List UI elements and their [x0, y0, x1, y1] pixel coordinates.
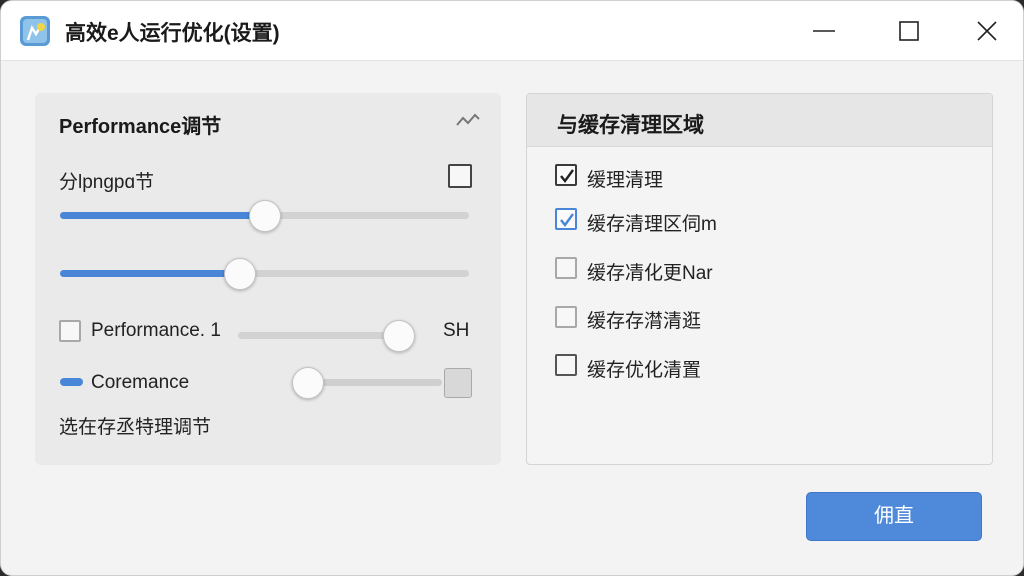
toggle-row-checkbox[interactable] [448, 164, 472, 188]
core-slider[interactable] [292, 367, 442, 399]
performance-footer-text: 选在存丞特理调节 [59, 417, 212, 438]
cache-option-label: 缓存存潸清逛 [587, 311, 702, 332]
performance-panel-title: Performance调节 [59, 116, 222, 138]
core-slider-end-knob[interactable] [444, 368, 472, 398]
performance-slider-thumb[interactable] [383, 320, 415, 352]
toggle-row-label: 分lpngpɑ节 [59, 172, 155, 193]
cache-option-checkbox[interactable] [555, 208, 577, 230]
slider-1[interactable] [60, 200, 469, 232]
maximize-icon [899, 21, 919, 41]
cache-option-checkbox[interactable] [555, 354, 577, 376]
slider-1-thumb[interactable] [249, 200, 281, 232]
checkmark-icon [560, 213, 574, 227]
performance-row-suffix: SH [443, 320, 470, 341]
app-icon [19, 15, 51, 47]
apply-button[interactable]: 佣直 [806, 492, 982, 541]
cache-option-label: 缓理清理 [587, 170, 664, 191]
slider-2-thumb[interactable] [224, 258, 256, 290]
performance-checkbox[interactable] [59, 320, 81, 342]
minimize-button[interactable] [807, 15, 841, 47]
minimize-icon [813, 30, 835, 32]
cache-panel-header: 与缓存清理区域 [527, 94, 992, 147]
performance-row-label: Performance. 1 [91, 320, 221, 341]
cache-option-label: 缓存凊化更Nar [587, 263, 713, 284]
performance-panel: Performance调节 分lpngpɑ节 Performance. 1 SH… [35, 93, 501, 465]
maximize-button[interactable] [891, 15, 925, 47]
cache-option-checkbox[interactable] [555, 257, 577, 279]
app-window: 高效e人运行优化(设置) Performance调节 分lpngpɑ节 Perf… [0, 0, 1024, 576]
cache-cleanup-panel: 与缓存清理区域 缓理清理 缓存清理区伺m 缓存凊化更Nar 缓存存潸清逛 缓存优… [526, 93, 993, 465]
title-bar[interactable]: 高效e人运行优化(设置) [1, 1, 1023, 61]
slider-2[interactable] [60, 258, 469, 290]
cache-option-checkbox[interactable] [555, 306, 577, 328]
cache-option-checkbox[interactable] [555, 164, 577, 186]
close-button[interactable] [969, 15, 1003, 47]
chevron-up-icon[interactable] [455, 111, 481, 129]
core-indicator [60, 378, 83, 386]
performance-slider[interactable] [238, 320, 415, 352]
checkmark-icon [560, 169, 574, 183]
cache-option-label: 缓存优化清置 [587, 360, 702, 381]
core-slider-thumb[interactable] [292, 367, 324, 399]
window-title: 高效e人运行优化(设置) [65, 22, 280, 45]
close-icon [977, 21, 997, 41]
cache-panel-title: 与缓存清理区域 [557, 114, 704, 137]
core-row-label: Coremance [91, 372, 190, 393]
cache-option-label: 缓存清理区伺m [587, 214, 717, 235]
